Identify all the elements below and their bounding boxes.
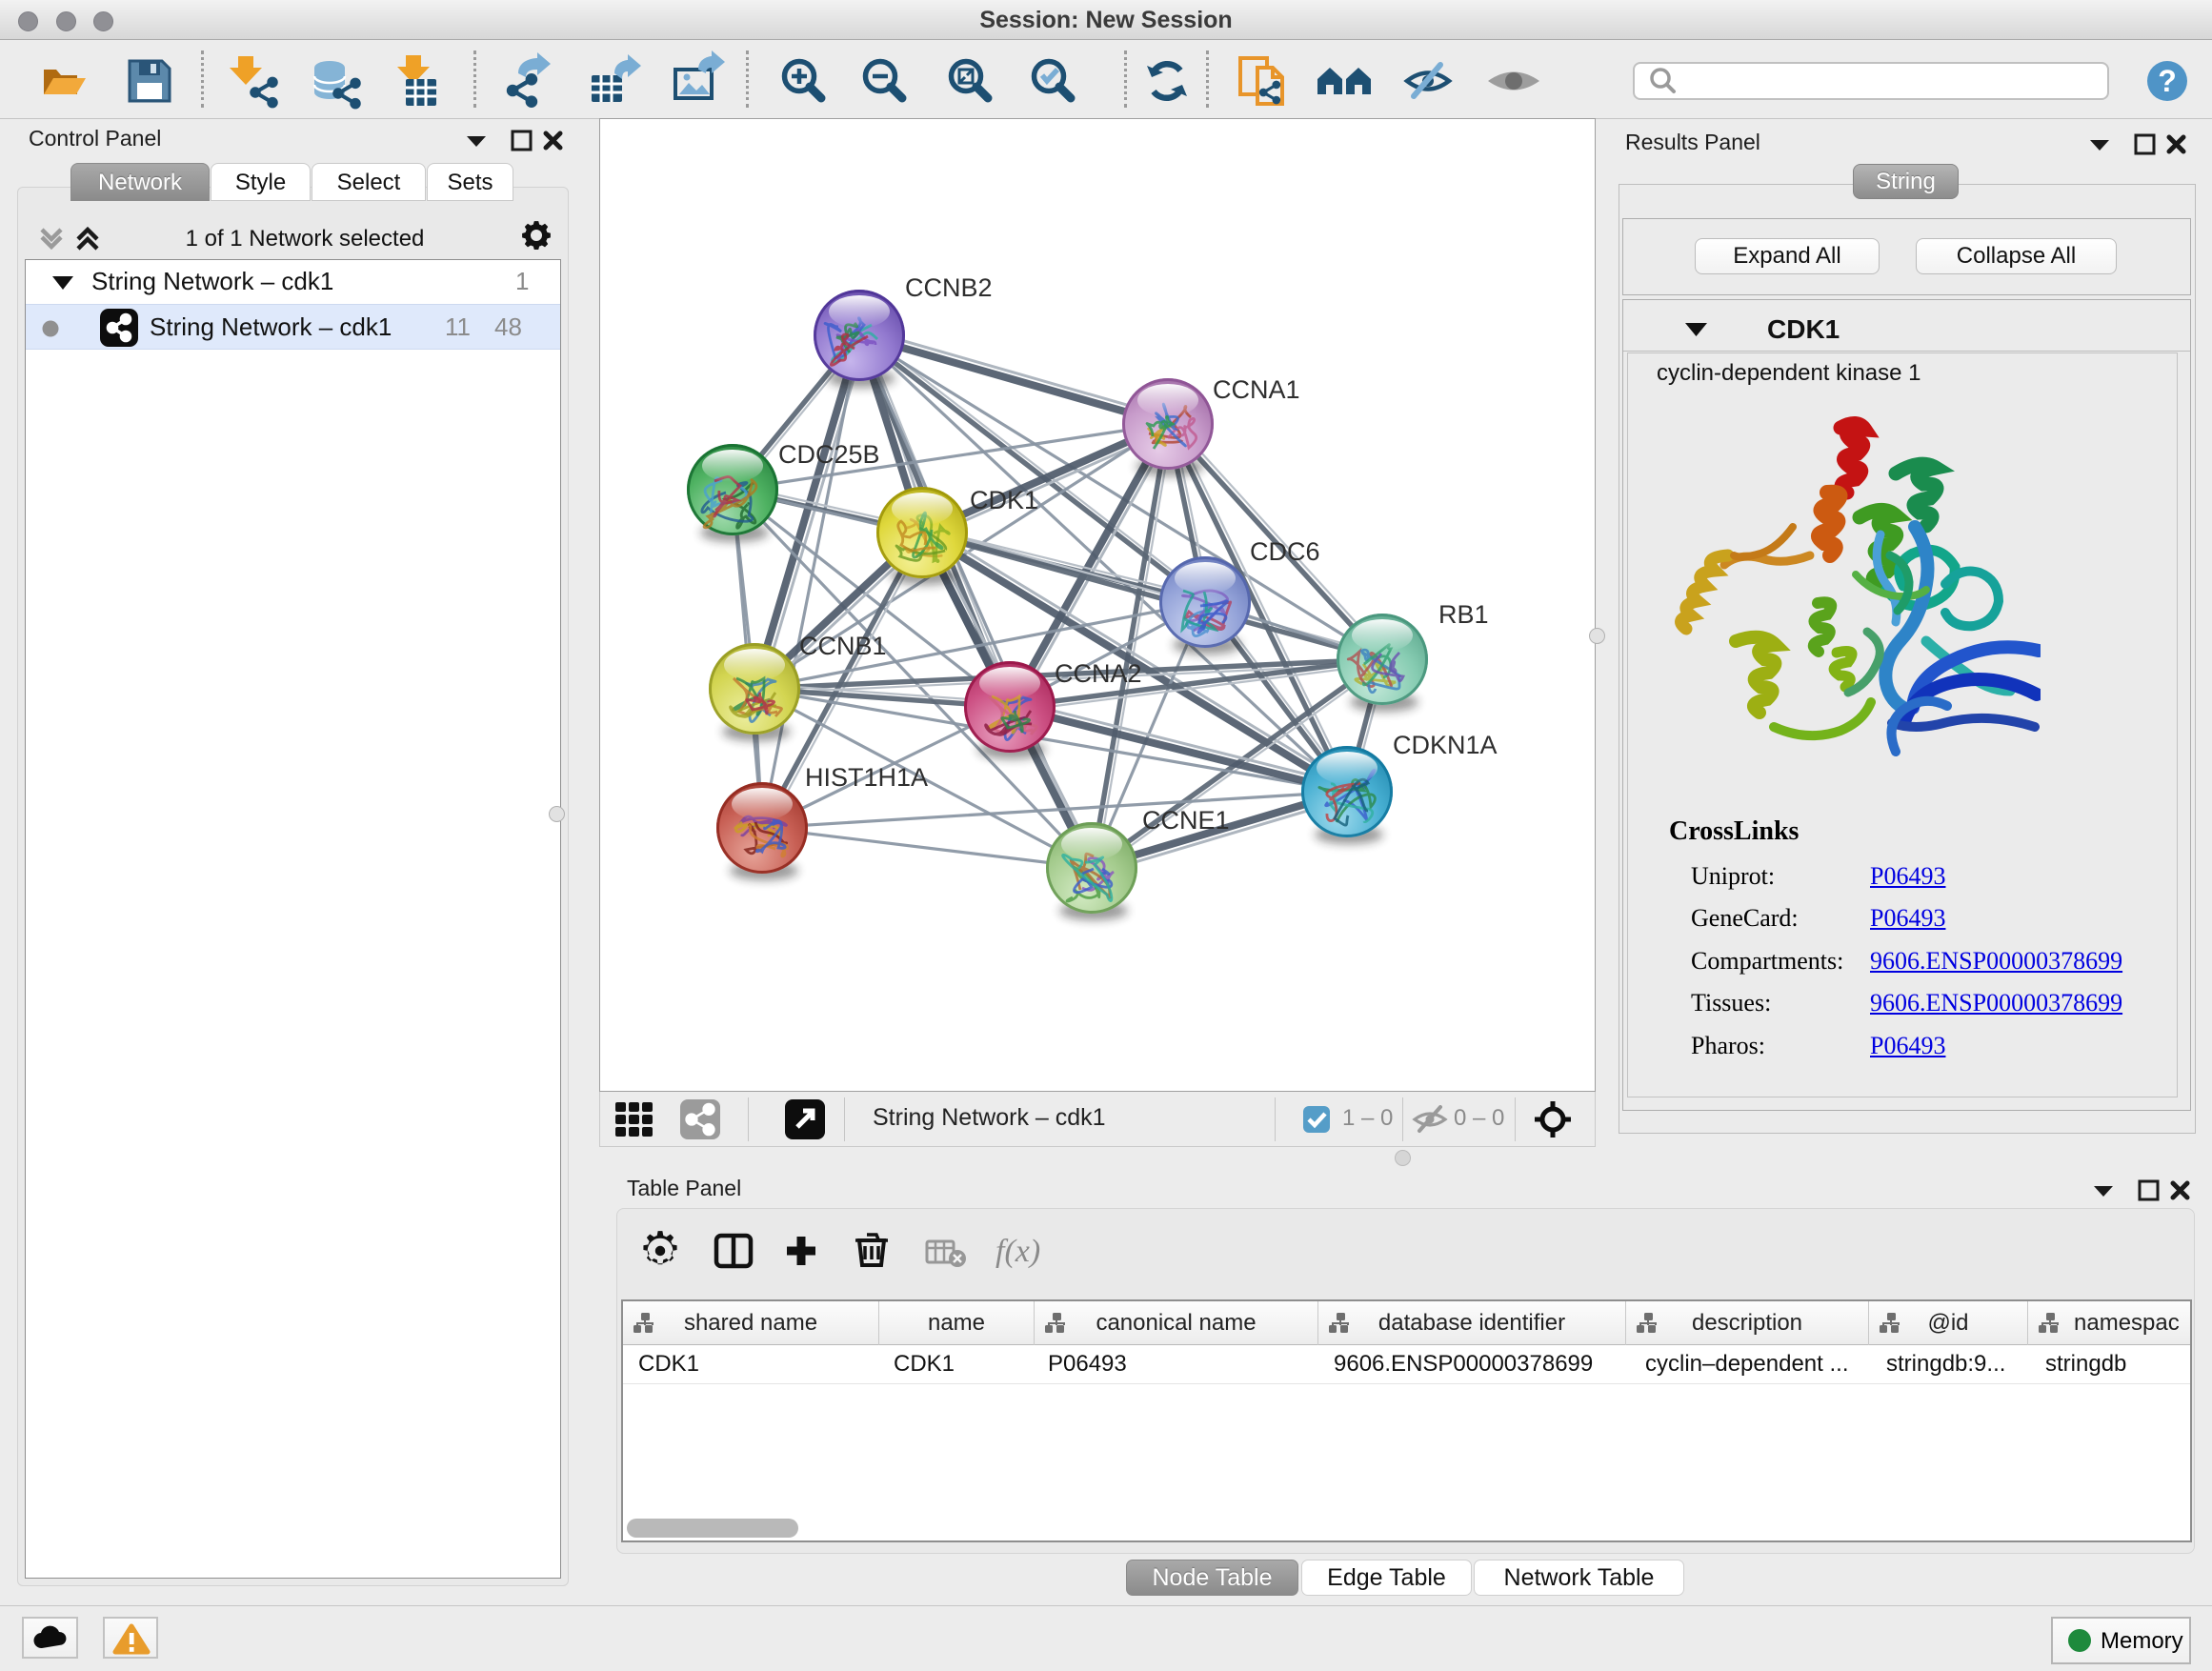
svg-text:CDKN1A: CDKN1A [1393,731,1498,759]
svg-text:CCNB1: CCNB1 [799,632,887,660]
svg-text:CCNA1: CCNA1 [1213,375,1300,404]
svg-text:HIST1H1A: HIST1H1A [805,763,928,792]
svg-text:CCNE1: CCNE1 [1142,806,1230,835]
svg-text:CDK1: CDK1 [970,486,1038,514]
svg-text:CCNB2: CCNB2 [905,273,993,302]
svg-text:RB1: RB1 [1438,600,1489,629]
svg-text:CDC6: CDC6 [1250,537,1320,566]
svg-text:CDC25B: CDC25B [778,440,880,469]
svg-text:CCNA2: CCNA2 [1055,659,1142,688]
svg-text:?: ? [2158,64,2177,98]
svg-text:f(x): f(x) [995,1234,1040,1269]
